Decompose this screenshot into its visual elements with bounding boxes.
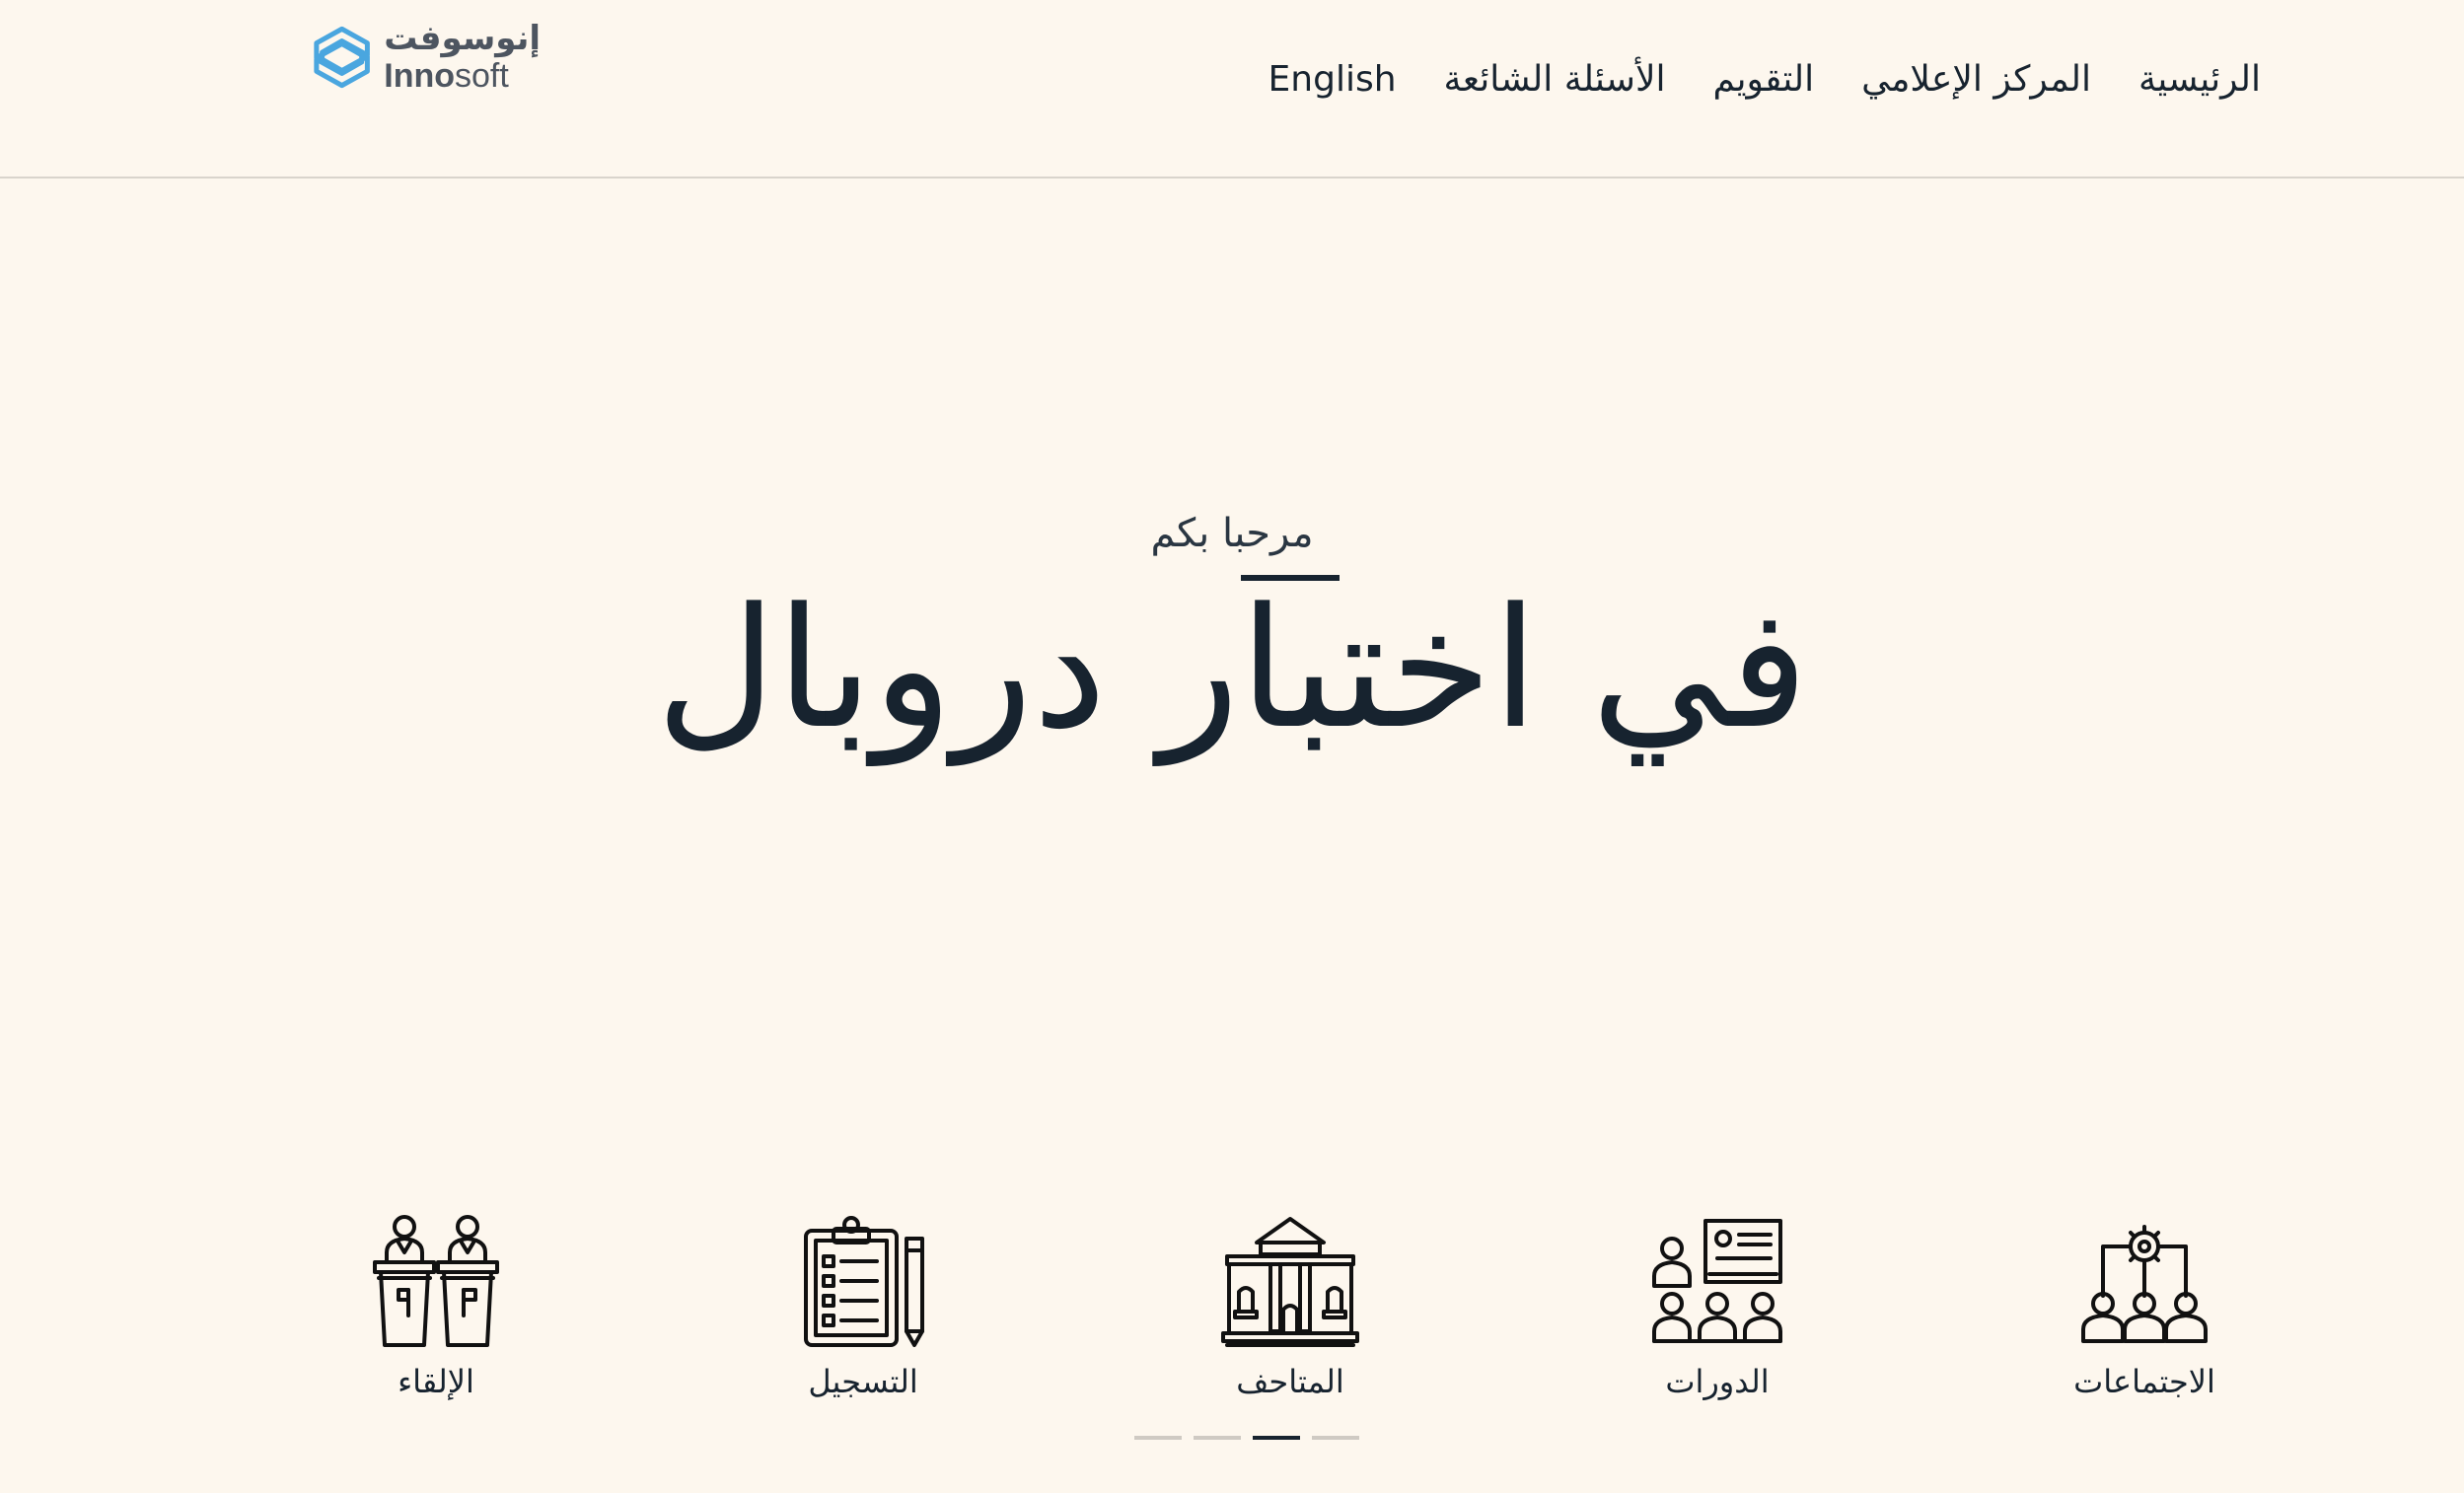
museum-icon bbox=[1221, 1217, 1359, 1347]
feature-courses[interactable]: الدورات bbox=[1569, 1213, 1865, 1400]
feature-label: المتاحف bbox=[1236, 1363, 1344, 1400]
innosoft-logo-icon bbox=[314, 26, 370, 89]
feature-label: الدورات bbox=[1665, 1363, 1770, 1400]
feature-label: التسجيل bbox=[808, 1363, 918, 1400]
feature-meetings[interactable]: الاجتماعات bbox=[1996, 1213, 2292, 1400]
innosoft-logo[interactable]: إنوسوفت Innosoft bbox=[314, 14, 541, 101]
nav-media-center[interactable]: المركز الإعلامي bbox=[1861, 59, 2091, 100]
carousel-dot-active[interactable] bbox=[1253, 1436, 1300, 1440]
logo-wordmark: إنوسوفت Innosoft bbox=[384, 22, 541, 93]
main-nav: الرئيسية المركز الإعلامي التقويم الأسئلة… bbox=[1268, 59, 2261, 100]
carousel-dot[interactable] bbox=[1312, 1436, 1359, 1440]
site-header: إنوسوفت Innosoft الرئيسية المركز الإعلام… bbox=[0, 0, 2464, 178]
feature-label: الإلقاء bbox=[398, 1363, 474, 1400]
nav-faq[interactable]: الأسئلة الشائعة bbox=[1444, 59, 1666, 100]
feature-label: الاجتماعات bbox=[2073, 1363, 2215, 1400]
nav-language-english[interactable]: English bbox=[1268, 59, 1397, 100]
meeting-gear-icon bbox=[2081, 1225, 2208, 1343]
carousel-pagination bbox=[1134, 1436, 1359, 1440]
feature-registration[interactable]: التسجيل bbox=[715, 1213, 1011, 1400]
podium-speakers-icon bbox=[373, 1215, 499, 1347]
carousel-dot[interactable] bbox=[1194, 1436, 1241, 1440]
hero-title: في اختبار دروبال bbox=[655, 572, 1809, 765]
nav-calendar[interactable]: التقويم bbox=[1713, 59, 1815, 100]
training-course-icon bbox=[1652, 1219, 1782, 1343]
logo-english-text: Innosoft bbox=[384, 57, 509, 95]
hero-subtitle: مرحبا بكم bbox=[1150, 511, 1314, 556]
feature-museums[interactable]: المتاحف bbox=[1142, 1213, 1438, 1400]
logo-arabic-text: إنوسوفت bbox=[384, 19, 541, 58]
clipboard-registration-icon bbox=[804, 1216, 924, 1347]
carousel-dot[interactable] bbox=[1134, 1436, 1182, 1440]
feature-carousel: الاجتماعات الدورات المتاحف التسجيل الإلق… bbox=[0, 1213, 2464, 1430]
feature-public-speaking[interactable]: الإلقاء bbox=[288, 1213, 584, 1400]
nav-home[interactable]: الرئيسية bbox=[2138, 59, 2261, 100]
